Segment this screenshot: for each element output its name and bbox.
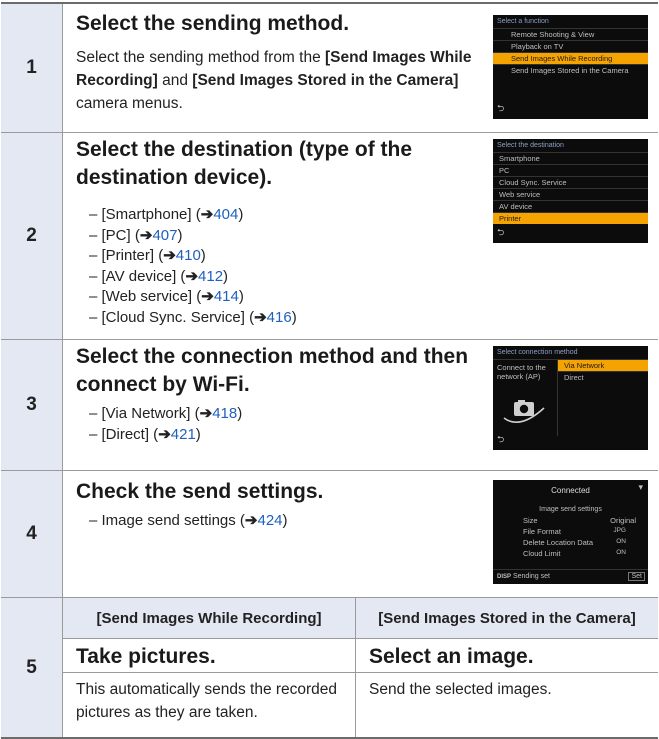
- step-title: Select the connection method and then co…: [76, 345, 469, 396]
- setting-key: Cloud Limit: [523, 549, 561, 558]
- set-button: Set: [628, 572, 645, 581]
- setting-value: ON: [616, 538, 626, 545]
- destination-options: – [Smartphone] (➔404) – [PC] (➔407) – [P…: [89, 205, 297, 328]
- screen-title: Select a function: [497, 18, 549, 25]
- setting-value: ON: [616, 549, 626, 556]
- step-number: 2: [1, 133, 63, 339]
- column-header-recording: [Send Images While Recording]: [63, 598, 355, 638]
- step-row-2: 2 Select the destination (type of the de…: [1, 133, 658, 340]
- option-link[interactable]: – [Smartphone] (➔404): [89, 205, 297, 226]
- col2-title: Select an image.: [369, 645, 534, 668]
- step-number: 3: [1, 340, 63, 470]
- back-icon: ⮌: [497, 434, 505, 444]
- connect-panel: Connect to the network (AP): [493, 359, 558, 436]
- step-number: 5: [1, 598, 63, 737]
- menu-item: Playback on TV: [493, 40, 648, 52]
- step-title: Select the sending method.: [76, 12, 350, 35]
- menu-item: Send Images Stored in the Camera: [493, 64, 648, 76]
- screen-subtitle: Image send settings: [539, 506, 602, 513]
- screen-title: Select the destination: [497, 142, 564, 149]
- back-icon: ⮌: [497, 103, 505, 113]
- col1-title: Take pictures.: [76, 645, 216, 668]
- divider: [63, 672, 658, 673]
- back-icon: ⮌: [497, 227, 505, 237]
- menu-item: Smartphone: [493, 152, 648, 164]
- menu-item-selected: Via Network: [558, 359, 648, 371]
- menu-item-selected: Printer: [493, 212, 648, 224]
- setting-key: File Format: [523, 527, 561, 536]
- connection-status: Connected: [551, 486, 590, 495]
- menu-item: Remote Shooting & View: [493, 28, 648, 40]
- option-link[interactable]: – [PC] (➔407): [89, 226, 297, 247]
- screen-title: Select connection method: [497, 349, 578, 356]
- step-number: 1: [1, 4, 63, 132]
- step-row-5: 5 [Send Images While Recording] [Send Im…: [1, 598, 658, 737]
- send-settings-options: – Image send settings (➔424): [89, 511, 288, 532]
- option-link[interactable]: – [Via Network] (➔418): [89, 404, 242, 425]
- divider: [63, 638, 658, 639]
- menu-item: Web service: [493, 188, 648, 200]
- camera-wifi-icon: [503, 400, 545, 424]
- camera-screen-connection-menu: Select connection method Connect to the …: [493, 346, 648, 450]
- option-link[interactable]: – [Printer] (➔410): [89, 246, 297, 267]
- step-row-3: 3 Select the connection method and then …: [1, 340, 658, 471]
- setting-value: Original: [610, 516, 636, 525]
- menu-item-selected: Send Images While Recording: [493, 52, 648, 64]
- connection-options: – [Via Network] (➔418) – [Direct] (➔421): [89, 404, 242, 445]
- camera-screen-destination-menu: Select the destination Smartphone PC Clo…: [493, 139, 648, 243]
- col1-body: This automatically sends the recorded pi…: [76, 681, 338, 721]
- sending-set-button: DISP Sending set: [497, 573, 550, 580]
- step-number: 4: [1, 471, 63, 597]
- steps-table: 1 Select the sending method. Select the …: [1, 2, 658, 739]
- option-link[interactable]: – [Direct] (➔421): [89, 425, 242, 446]
- setting-key: Size: [523, 516, 538, 525]
- col2-body: Send the selected images.: [369, 681, 552, 698]
- camera-screen-function-menu: Select a function Remote Shooting & View…: [493, 15, 648, 119]
- step-title: Select the destination (type of the dest…: [76, 138, 413, 189]
- step-row-1: 1 Select the sending method. Select the …: [1, 4, 658, 133]
- option-link[interactable]: – [AV device] (➔412): [89, 267, 297, 288]
- wifi-icon: ▾: [638, 482, 643, 492]
- step-row-4: 4 Check the send settings. – Image send …: [1, 471, 658, 598]
- menu-item: Cloud Sync. Service: [493, 176, 648, 188]
- step-body: Select the sending method from the [Send…: [76, 49, 472, 112]
- option-link[interactable]: – [Web service] (➔414): [89, 287, 297, 308]
- option-link[interactable]: – [Cloud Sync. Service] (➔416): [89, 308, 297, 329]
- setting-key: Delete Location Data: [523, 538, 594, 547]
- column-header-stored: [Send Images Stored in the Camera]: [356, 598, 658, 638]
- menu-item: PC: [493, 164, 648, 176]
- step-title: Check the send settings.: [76, 480, 324, 503]
- option-link[interactable]: – Image send settings (➔424): [89, 511, 288, 532]
- setting-value: JPG: [613, 527, 626, 534]
- menu-item: Direct: [558, 371, 648, 383]
- menu-item: AV device: [493, 200, 648, 212]
- divider: [355, 598, 356, 737]
- camera-screen-send-settings: Connected ▾ Image send settings Size Ori…: [493, 480, 648, 584]
